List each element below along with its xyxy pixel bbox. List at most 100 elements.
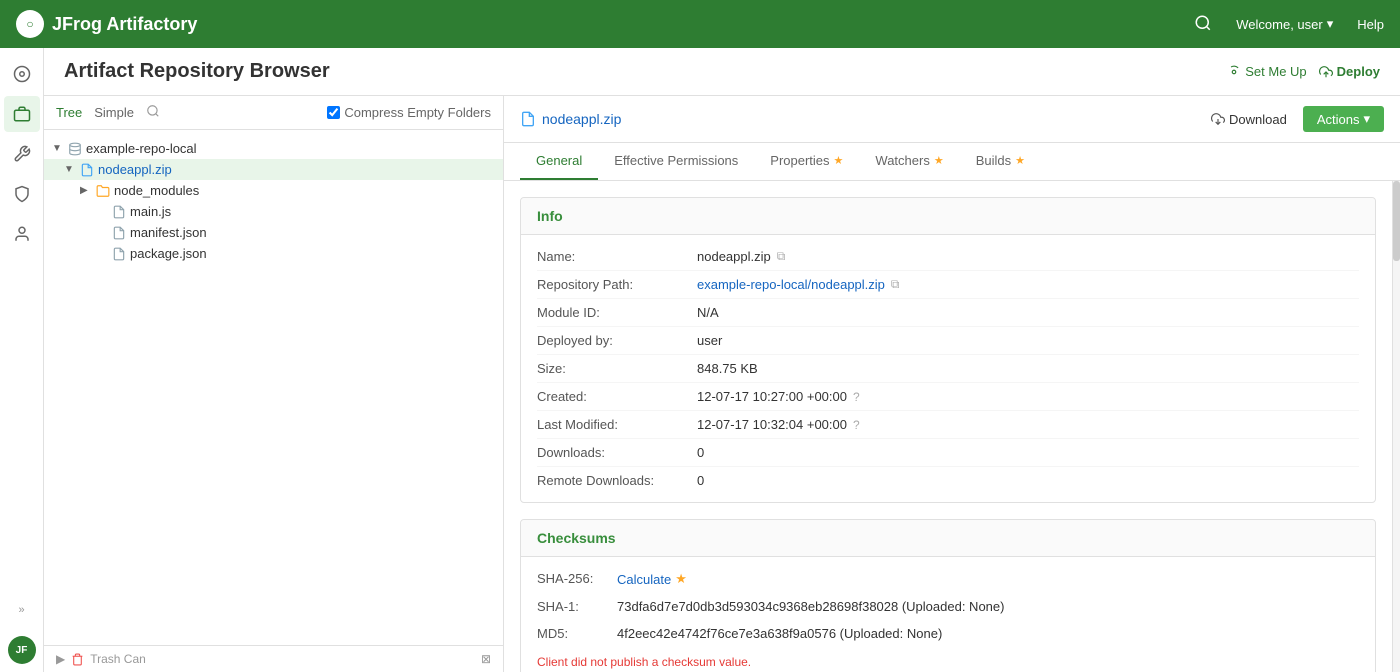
sidebar-item-packages[interactable] — [4, 96, 40, 132]
info-section-body: Name: nodeappl.zip ⧉ Repository Path: — [521, 235, 1375, 502]
copy-icon[interactable]: ⧉ — [891, 277, 900, 292]
tree-item-repo[interactable]: ▼ example-repo-local — [44, 138, 503, 159]
tree-item-node-modules[interactable]: ▶ node_modules — [44, 180, 503, 201]
detail-file-name: nodeappl.zip — [520, 111, 621, 127]
tab-watchers[interactable]: Watchers ★ — [859, 143, 959, 180]
detail-tabs: General Effective Permissions Properties… — [504, 143, 1400, 181]
deploy-button[interactable]: Deploy — [1319, 64, 1380, 79]
checksum-row-md5: MD5: 4f2eec42e4742f76ce7e3a638f9a0576 (U… — [537, 620, 1359, 647]
setmeup-button[interactable]: Set Me Up — [1227, 64, 1306, 79]
tab-properties[interactable]: Properties ★ — [754, 143, 859, 180]
file-icon — [112, 247, 126, 261]
info-row-repopath: Repository Path: example-repo-local/node… — [537, 271, 1359, 299]
info-value: nodeappl.zip ⧉ — [697, 249, 785, 264]
sidebar-item-home[interactable] — [4, 56, 40, 92]
download-button[interactable]: Download — [1211, 112, 1287, 127]
tree-item-manifest-json[interactable]: ▶ manifest.json — [44, 222, 503, 243]
info-label: Remote Downloads: — [537, 473, 697, 488]
checksum-label: SHA-1: — [537, 599, 617, 614]
tab-general[interactable]: General — [520, 143, 598, 180]
chevron-down-icon: ▼ — [52, 143, 64, 154]
info-row-deployedby: Deployed by: user — [537, 327, 1359, 355]
actions-button[interactable]: Actions ▾ — [1303, 106, 1384, 132]
sidebar-expand[interactable]: » — [10, 596, 32, 624]
info-label: Deployed by: — [537, 333, 697, 348]
tab-label: Builds — [976, 153, 1011, 168]
search-icon[interactable] — [1194, 14, 1212, 35]
folder-icon — [96, 184, 110, 198]
sidebar-item-admin[interactable] — [4, 216, 40, 252]
info-row-remote-downloads: Remote Downloads: 0 — [537, 467, 1359, 494]
checksums-section: Checksums SHA-256: Calculate ★ — [520, 519, 1376, 672]
trash-icon — [71, 653, 84, 666]
footer-action-icon[interactable]: ⊠ — [481, 652, 491, 666]
tree-item-label: manifest.json — [130, 225, 207, 240]
info-value: N/A — [697, 305, 719, 320]
chevron-right-icon: ▶ — [80, 185, 92, 196]
star-icon: ★ — [934, 154, 944, 167]
detail-panel: nodeappl.zip Download Actions ▾ — [504, 96, 1400, 672]
chevron-down-icon: ▾ — [1327, 16, 1334, 32]
chevron-down-icon: ▼ — [64, 164, 76, 175]
info-value: 848.75 KB — [697, 361, 758, 376]
compress-folders-label[interactable]: Compress Empty Folders — [327, 105, 491, 120]
jfrog-avatar: JF — [8, 636, 36, 664]
info-label: Repository Path: — [537, 277, 697, 292]
info-value: user — [697, 333, 722, 348]
tree-item-main-js[interactable]: ▶ main.js — [44, 201, 503, 222]
body-split: Tree Simple Compress Empty Folders ▼ — [44, 96, 1400, 672]
tree-item-label: package.json — [130, 246, 207, 261]
trash-can-item[interactable]: ▶ Trash Can — [56, 652, 146, 666]
sidebar-item-xray[interactable] — [4, 176, 40, 212]
sidebar-item-builds[interactable] — [4, 136, 40, 172]
star-icon: ★ — [675, 571, 687, 587]
checksum-value: Calculate ★ — [617, 571, 687, 587]
tree-footer: ▶ Trash Can ⊠ — [44, 645, 503, 672]
checksum-value: 73dfa6d7e7d0db3d593034c9368eb28698f38028… — [617, 599, 1004, 614]
calculate-link[interactable]: Calculate ★ — [617, 571, 687, 587]
copy-icon[interactable]: ⧉ — [777, 249, 786, 264]
repo-icon — [68, 142, 82, 156]
detail-scrollbar[interactable] — [1392, 181, 1400, 672]
tab-tree[interactable]: Tree — [56, 105, 82, 120]
tab-effective-permissions[interactable]: Effective Permissions — [598, 143, 754, 180]
checksum-label: MD5: — [537, 626, 617, 641]
top-nav: ○ JFrog Artifactory Welcome, user ▾ Help — [0, 0, 1400, 48]
tree-item-label: node_modules — [114, 183, 199, 198]
info-label: Name: — [537, 249, 697, 264]
tab-simple[interactable]: Simple — [94, 105, 134, 120]
checksums-section-body: SHA-256: Calculate ★ SH — [521, 557, 1375, 672]
header-actions: Set Me Up Deploy — [1227, 64, 1380, 79]
info-row-modified: Last Modified: 12-07-17 10:32:04 +00:00 … — [537, 411, 1359, 439]
help-icon[interactable]: ? — [853, 390, 860, 404]
tab-builds[interactable]: Builds ★ — [960, 143, 1041, 180]
tree-item-nodeappl[interactable]: ▼ nodeappl.zip — [44, 159, 503, 180]
tree-item-label: main.js — [130, 204, 171, 219]
info-label: Downloads: — [537, 445, 697, 460]
detail-header: nodeappl.zip Download Actions ▾ — [504, 96, 1400, 143]
detail-header-actions: Download Actions ▾ — [1211, 106, 1384, 132]
info-label: Size: — [537, 361, 697, 376]
compress-folders-checkbox[interactable] — [327, 106, 340, 119]
repo-path-link[interactable]: example-repo-local/nodeappl.zip — [697, 277, 885, 292]
tree-body: ▼ example-repo-local ▼ nodeappl.zip ▶ — [44, 130, 503, 645]
info-row-size: Size: 848.75 KB — [537, 355, 1359, 383]
tab-label: Watchers — [875, 153, 929, 168]
tree-item-package-json[interactable]: ▶ package.json — [44, 243, 503, 264]
page-header: Artifact Repository Browser Set Me Up De… — [44, 48, 1400, 96]
info-value: 0 — [697, 445, 704, 460]
checksum-label: SHA-256: — [537, 571, 617, 586]
trash-can-label: Trash Can — [90, 652, 146, 666]
tree-item-label: nodeappl.zip — [98, 162, 172, 177]
info-section: Info Name: nodeappl.zip ⧉ — [520, 197, 1376, 503]
info-value: 12-07-17 10:32:04 +00:00 ? — [697, 417, 860, 432]
user-menu[interactable]: Welcome, user ▾ — [1236, 16, 1333, 32]
checksum-row-sha1: SHA-1: 73dfa6d7e7d0db3d593034c9368eb2869… — [537, 593, 1359, 620]
app-layout: » JF Artifact Repository Browser Set Me … — [0, 48, 1400, 672]
page-title: Artifact Repository Browser — [64, 60, 330, 83]
help-icon[interactable]: ? — [853, 418, 860, 432]
tree-toolbar: Tree Simple Compress Empty Folders — [44, 96, 503, 130]
help-button[interactable]: Help — [1357, 17, 1384, 32]
checksums-section-title: Checksums — [521, 520, 1375, 557]
tree-search-icon[interactable] — [146, 104, 160, 121]
